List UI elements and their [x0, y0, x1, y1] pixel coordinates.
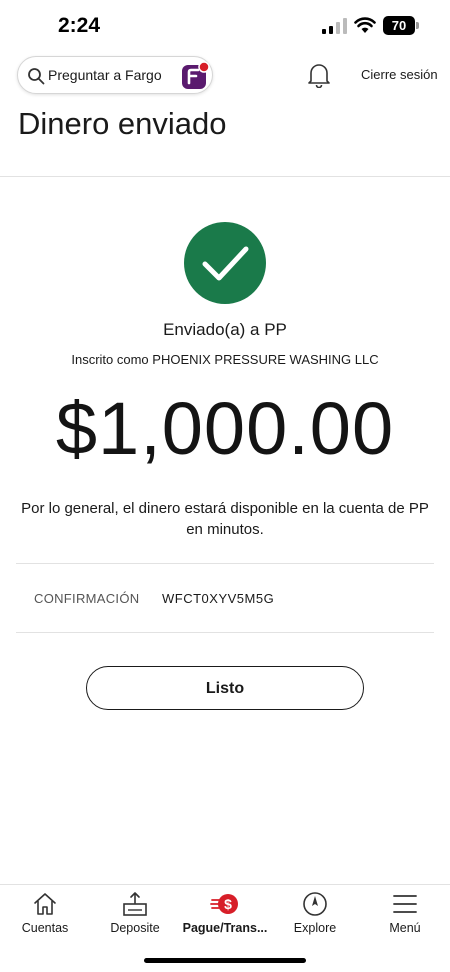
nav-label: Menú	[389, 921, 421, 935]
wifi-icon	[354, 17, 376, 33]
cellular-signal-icon	[322, 18, 347, 34]
compass-icon	[303, 892, 327, 916]
nav-label: Cuentas	[21, 921, 69, 935]
confirmation-label: CONFIRMACIÓN	[34, 591, 140, 606]
recipient-heading: Enviado(a) a PP	[163, 320, 287, 339]
nav-label: Explore	[293, 921, 337, 935]
nav-item-deposit[interactable]: Deposite	[90, 885, 180, 945]
status-bar: 2:24 70	[0, 0, 450, 52]
ask-fargo-search[interactable]: Preguntar a Fargo	[17, 56, 213, 94]
svg-text:$: $	[224, 896, 232, 912]
status-time: 2:24	[58, 14, 101, 37]
menu-icon	[393, 895, 417, 913]
divider	[16, 632, 434, 633]
confirmation-number: WFCT0XYV5M5G	[162, 591, 275, 606]
search-placeholder: Preguntar a Fargo	[48, 67, 162, 83]
page-title: Dinero enviado	[18, 106, 227, 141]
nav-item-pay-transfer[interactable]: $ Pague/Trans...	[180, 885, 270, 945]
divider	[0, 176, 450, 177]
success-badge	[184, 222, 266, 304]
done-button[interactable]: Listo	[86, 666, 364, 710]
nav-item-accounts[interactable]: Cuentas	[0, 885, 90, 945]
divider	[16, 563, 434, 564]
logout-link[interactable]: Cierre sesión	[361, 67, 438, 82]
availability-message: Por lo general, el dinero estará disponi…	[21, 500, 429, 538]
house-icon	[34, 893, 56, 915]
notifications-bell-icon[interactable]	[307, 62, 331, 88]
transfer-amount: $1,000.00	[55, 387, 395, 470]
battery-level: 70	[383, 16, 415, 35]
nav-label: Pague/Trans...	[182, 921, 268, 935]
deposit-icon	[123, 892, 147, 916]
checkmark-icon	[202, 246, 249, 281]
fargo-assistant-icon	[182, 61, 210, 89]
nav-item-menu[interactable]: Menú	[360, 885, 450, 945]
battery-indicator: 70	[383, 16, 419, 35]
search-icon	[28, 68, 45, 85]
home-indicator[interactable]	[144, 958, 306, 963]
recipient-enrollment: Inscrito como PHOENIX PRESSURE WASHING L…	[71, 352, 379, 367]
nav-label: Deposite	[110, 921, 160, 935]
pay-transfer-icon: $	[210, 894, 238, 914]
nav-item-explore[interactable]: Explore	[270, 885, 360, 945]
